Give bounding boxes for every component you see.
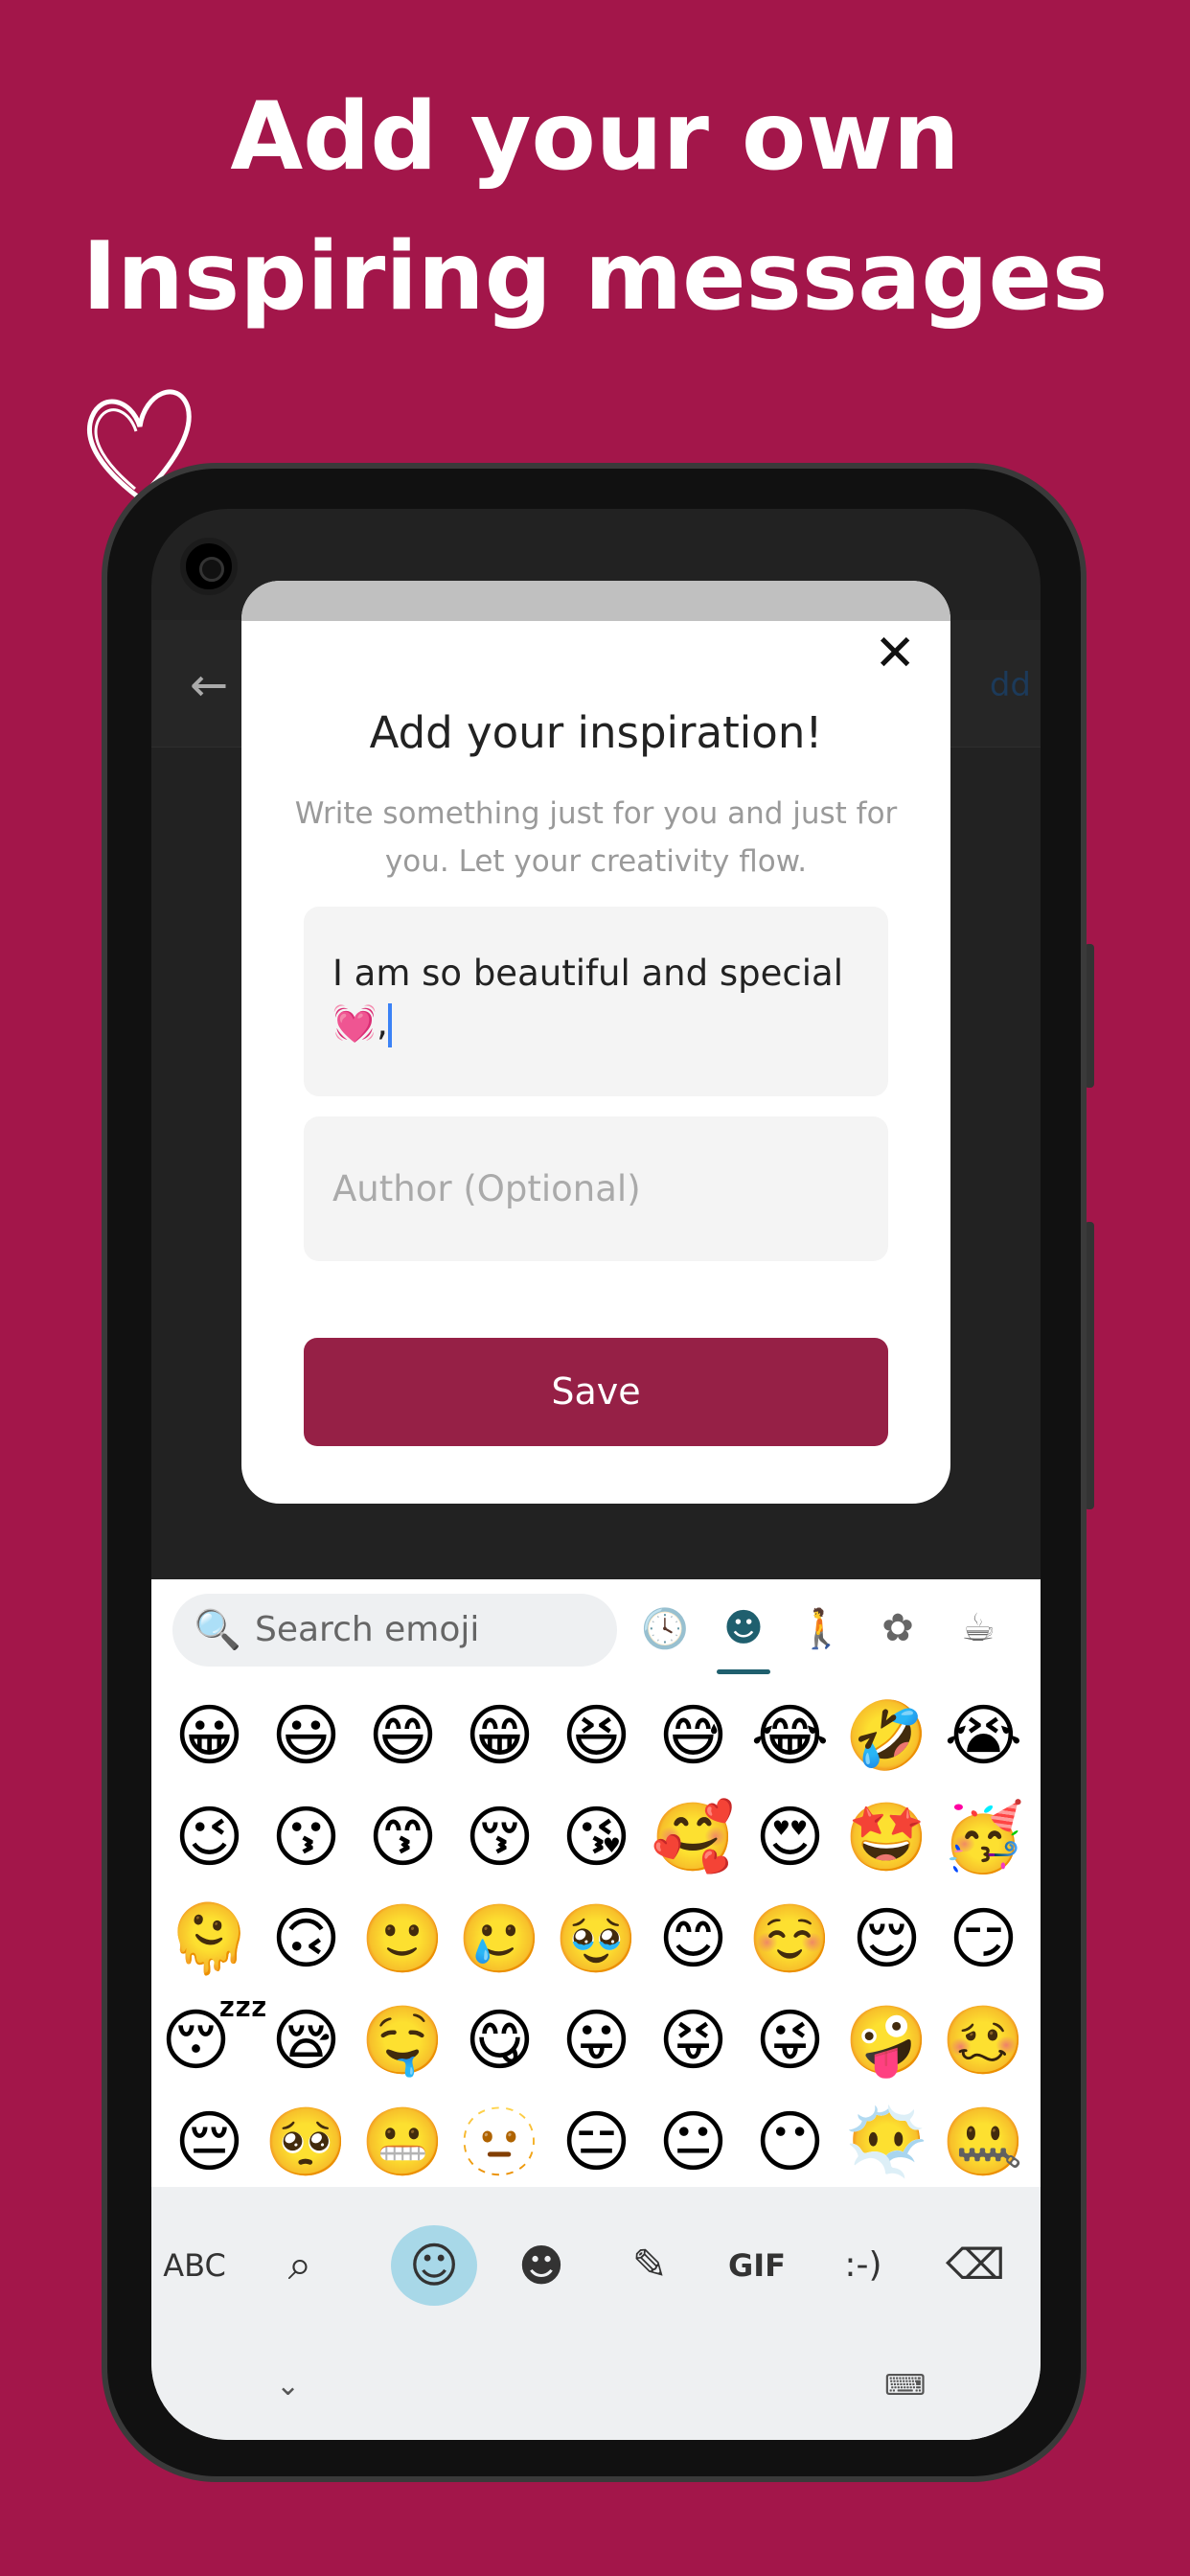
message-input[interactable]: I am so beautiful and special 💓, — [304, 907, 888, 1096]
hide-keyboard-chevron-icon[interactable]: ⌄ — [276, 2369, 300, 2403]
emoji-key[interactable]: 🫠 — [161, 1888, 258, 1990]
sticker-search-icon[interactable]: ⌕ — [257, 2225, 343, 2306]
keyboard-bottom-bar: ABC ⌕ ☺ ☻ ✎ GIF :-) ⌫ ⌄ ⌨ — [151, 2187, 1041, 2440]
emoji-key[interactable]: 😬 — [355, 2091, 451, 2193]
emoji-key[interactable]: 🥴 — [935, 1990, 1032, 2091]
emoji-key[interactable]: 😆 — [548, 1685, 645, 1786]
emoji-key[interactable]: 😑 — [548, 2091, 645, 2193]
emoji-key[interactable]: 🤐 — [935, 2091, 1032, 2193]
emoji-key[interactable]: 😶 — [742, 2091, 838, 2193]
emoji-key[interactable]: 😗 — [258, 1786, 355, 1888]
emoji-key[interactable]: 😴 — [161, 1990, 268, 2091]
emoji-key[interactable]: 😘 — [548, 1786, 645, 1888]
emoji-key[interactable]: 🥺 — [258, 2091, 355, 2193]
emoji-key[interactable]: 🤤 — [355, 1990, 451, 2091]
animals-nature-icon[interactable]: ✿ — [869, 1606, 927, 1650]
search-icon: 🔍 — [194, 1608, 241, 1652]
search-emoji-input[interactable]: 🔍 Search emoji — [172, 1594, 617, 1667]
emoji-key[interactable]: 😏 — [935, 1888, 1032, 1990]
emoji-key[interactable]: 😅 — [645, 1685, 742, 1786]
switch-keyboard-icon[interactable]: ⌨ — [884, 2369, 926, 2403]
emoji-key[interactable]: 🥳 — [935, 1786, 1032, 1888]
emoji-key[interactable]: 😂 — [742, 1685, 838, 1786]
emoji-tab-icon[interactable]: ☺ — [391, 2225, 477, 2306]
emoji-key[interactable]: 😝 — [645, 1990, 742, 2091]
emoji-keyboard: 🔍 Search emoji 🕓 ☻ 🚶 ✿ ☕ 😀 😃 😄 😁 😆 😅 😂 🤣 😭 😉 😗 😙 😚 😘 🥰 😍… — [151, 1579, 1041, 2440]
emoji-key[interactable]: 😌 — [838, 1888, 935, 1990]
headline-line-1: Add your own — [230, 82, 960, 192]
add-inspiration-dialog: ✕ Add your inspiration! Write something … — [241, 581, 950, 1504]
emoji-key[interactable]: 😭 — [935, 1685, 1032, 1786]
text-caret — [387, 1002, 392, 1047]
emoji-key[interactable]: 😄 — [355, 1685, 451, 1786]
message-value: I am so beautiful and special 💓, — [332, 953, 843, 1044]
backspace-icon[interactable]: ⌫ — [932, 2225, 1018, 2306]
dialog-subtitle: Write something just for you and just fo… — [294, 796, 898, 879]
emoji-key[interactable]: 🤩 — [838, 1786, 935, 1888]
emoji-key[interactable]: 🙂 — [355, 1888, 451, 1990]
emoji-key[interactable]: 😁 — [451, 1685, 548, 1786]
emoji-key[interactable]: 🤣 — [838, 1685, 935, 1786]
emoji-key[interactable]: 😐 — [645, 2091, 742, 2193]
emoticon-button[interactable]: :-) — [820, 2225, 906, 2306]
save-button[interactable]: Save — [304, 1338, 888, 1446]
emoji-key[interactable]: 🥰 — [645, 1786, 742, 1888]
search-placeholder: Search emoji — [255, 1610, 480, 1649]
emoji-key[interactable]: 😛 — [548, 1990, 645, 2091]
abc-button[interactable]: ABC — [151, 2225, 238, 2306]
emoji-grid: 😀 😃 😄 😁 😆 😅 😂 🤣 😭 😉 😗 😙 😚 😘 🥰 😍 🤩 🥳 🫠 🙃 🙂 🥲 🥹 😊 ☺️ 😌 😏 😴 😪 🤤 😋 😛 😝 😜 🤪 🥴 😔 🥺 😬… — [161, 1685, 1032, 2193]
emoji-key[interactable]: 😔 — [161, 2091, 258, 2193]
emoji-key[interactable]: 😪 — [258, 1990, 355, 2091]
emoji-key[interactable]: 🫥 — [451, 2091, 548, 2193]
emoji-key[interactable]: ☺️ — [742, 1888, 838, 1990]
recent-clock-icon[interactable]: 🕓 — [636, 1606, 694, 1651]
emoji-key[interactable]: 😃 — [258, 1685, 355, 1786]
people-icon[interactable]: 🚶 — [792, 1606, 850, 1651]
sticker-icon[interactable]: ✎ — [606, 2225, 693, 2306]
emoji-key[interactable]: 🙃 — [258, 1888, 355, 1990]
food-drink-icon[interactable]: ☕ — [950, 1606, 1007, 1650]
author-input[interactable]: Author (Optional) — [304, 1116, 888, 1261]
dialog-top-strip — [241, 581, 950, 621]
emoji-key[interactable]: 😋 — [451, 1990, 548, 2091]
dialog-title: Add your inspiration! — [369, 707, 823, 758]
emoji-key[interactable]: 😙 — [355, 1786, 451, 1888]
phone-screen: ← dd ✕ Add your inspiration! Write somet… — [151, 509, 1041, 2440]
emoji-key[interactable]: 😉 — [161, 1786, 258, 1888]
headline: Add your own Inspiring messages — [0, 67, 1190, 347]
emoji-key[interactable]: 🥲 — [451, 1888, 548, 1990]
back-arrow-icon[interactable]: ← — [190, 658, 228, 712]
emoji-kitchen-icon[interactable]: ☻ — [498, 2225, 584, 2306]
add-link[interactable]: dd — [990, 666, 1031, 704]
emoji-key[interactable]: 😚 — [451, 1786, 548, 1888]
gif-button[interactable]: GIF — [714, 2225, 800, 2306]
emoji-key[interactable]: 🤪 — [838, 1990, 935, 2091]
emoji-key[interactable]: 😜 — [742, 1990, 838, 2091]
camera-icon — [180, 538, 238, 595]
emoji-key[interactable]: 😍 — [742, 1786, 838, 1888]
emoji-key[interactable]: 😶‍🌫️ — [838, 2091, 935, 2193]
emoji-key[interactable]: 🥹 — [548, 1888, 645, 1990]
active-category-indicator — [717, 1669, 770, 1674]
emoji-key[interactable]: 😀 — [161, 1685, 258, 1786]
smileys-icon[interactable]: ☻ — [715, 1606, 772, 1650]
emoji-key[interactable]: 😊 — [645, 1888, 742, 1990]
close-icon[interactable]: ✕ — [874, 629, 916, 678]
headline-line-2: Inspiring messages — [81, 222, 1109, 332]
